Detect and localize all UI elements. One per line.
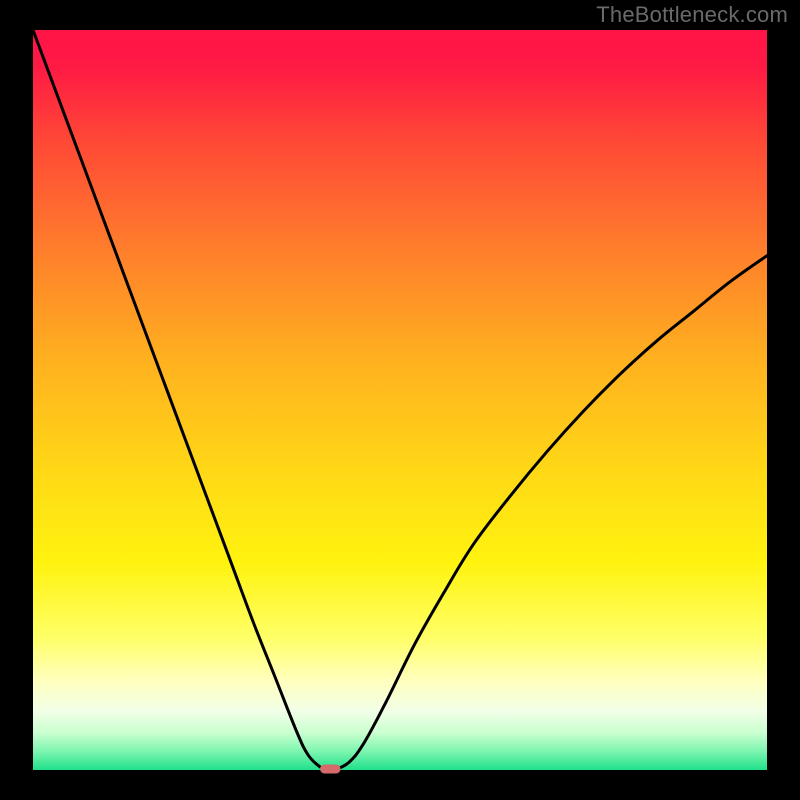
watermark-text: TheBottleneck.com xyxy=(596,2,788,28)
marker-optimal-point xyxy=(320,765,341,774)
plot-background xyxy=(33,30,767,770)
bottleneck-chart xyxy=(0,0,800,800)
chart-frame: TheBottleneck.com xyxy=(0,0,800,800)
